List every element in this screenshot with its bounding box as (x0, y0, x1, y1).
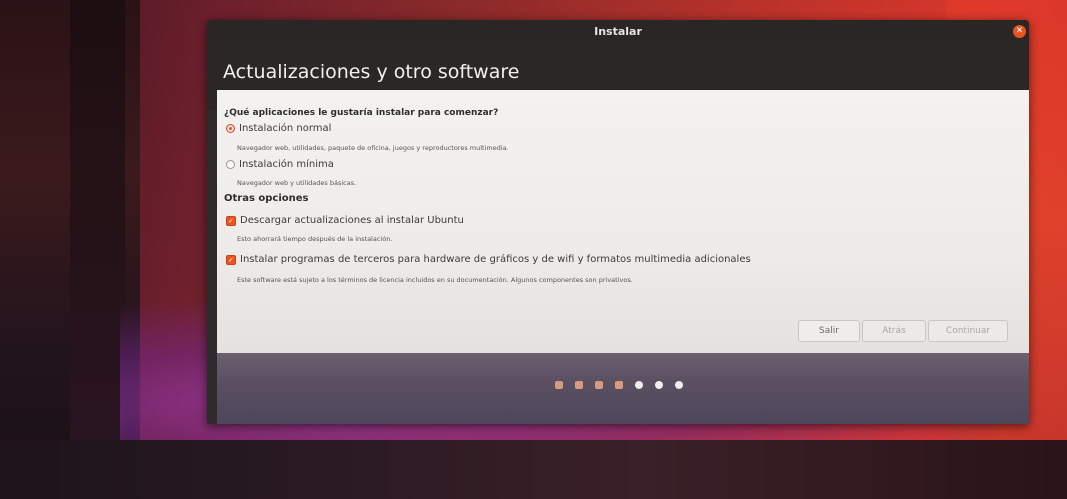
install-question: ¿Qué aplicaciones le gustaría instalar p… (224, 108, 499, 118)
option-minimal-install[interactable]: Instalación mínima (226, 159, 334, 170)
option-normal-install[interactable]: Instalación normal (226, 123, 331, 134)
option-minimal-description: Navegador web y utilidades básicas. (237, 179, 357, 187)
checkbox-icon[interactable]: ✓ (226, 215, 236, 226)
background-bottom (0, 440, 1067, 499)
checkbox-third-party-description: Este software está sujeto a los términos… (237, 276, 633, 284)
progress-dot (635, 381, 643, 389)
option-normal-label[interactable]: Instalación normal (239, 123, 331, 134)
installer-window: Instalar ✕ Actualizaciones y otro softwa… (207, 20, 1029, 424)
page-title: Actualizaciones y otro software (223, 61, 520, 83)
title-bar[interactable]: Instalar ✕ (207, 20, 1029, 44)
progress-area (217, 353, 1029, 424)
progress-dot (575, 381, 583, 389)
option-minimal-label[interactable]: Instalación mínima (239, 159, 334, 170)
checkbox-download-updates-label[interactable]: Descargar actualizaciones al instalar Ub… (240, 215, 464, 226)
option-normal-description: Navegador web, utilidades, paquete de of… (237, 144, 509, 152)
close-button[interactable]: ✕ (1013, 25, 1026, 38)
progress-dot (655, 381, 663, 389)
content-panel: ¿Qué aplicaciones le gustaría instalar p… (217, 90, 1029, 353)
other-options-title: Otras opciones (224, 193, 309, 204)
radio-icon[interactable] (226, 160, 235, 169)
checkbox-third-party[interactable]: ✓ Instalar programas de terceros para ha… (226, 254, 751, 265)
radio-icon[interactable] (226, 124, 235, 133)
background-stripe (70, 0, 125, 460)
progress-dot (595, 381, 603, 389)
checkbox-third-party-label[interactable]: Instalar programas de terceros para hard… (240, 254, 751, 265)
progress-dot (555, 381, 563, 389)
checkbox-icon[interactable]: ✓ (226, 254, 236, 265)
checkbox-download-updates[interactable]: ✓ Descargar actualizaciones al instalar … (226, 215, 464, 226)
quit-button[interactable]: Salir (798, 320, 860, 342)
continue-button[interactable]: Continuar (928, 320, 1008, 342)
close-icon: ✕ (1015, 26, 1024, 36)
progress-dot (615, 381, 623, 389)
window-title: Instalar (594, 25, 642, 38)
checkbox-download-updates-description: Esto ahorrará tiempo después de la insta… (237, 235, 393, 243)
progress-dot (675, 381, 683, 389)
progress-dots (555, 381, 683, 389)
back-button[interactable]: Atrás (862, 320, 926, 342)
